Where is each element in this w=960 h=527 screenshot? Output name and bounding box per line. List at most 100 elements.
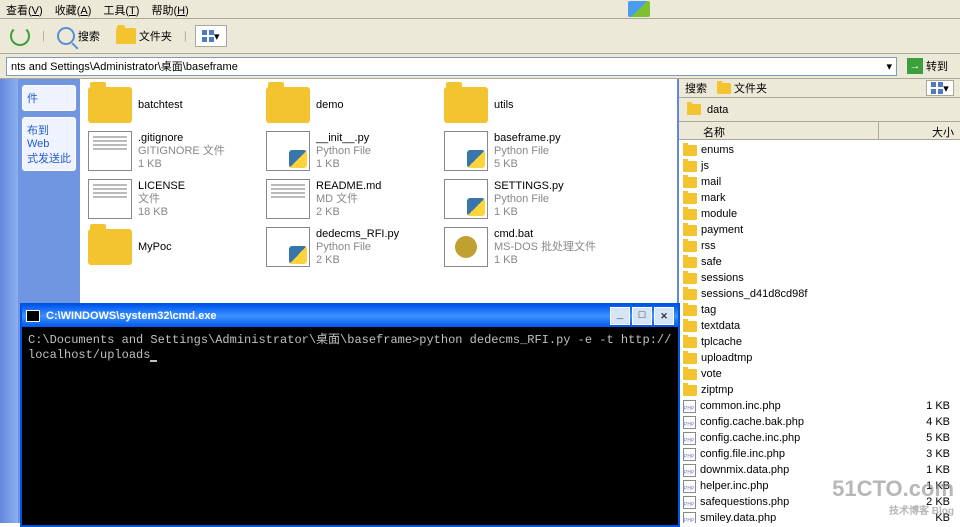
- item-name: sessions: [701, 272, 956, 284]
- item-name: js: [701, 160, 956, 172]
- side-item[interactable]: 件: [27, 90, 71, 106]
- view-mode-button[interactable]: ▾: [195, 25, 227, 47]
- file-name: README.md: [316, 180, 381, 193]
- menu-fav[interactable]: 收藏(A): [55, 2, 92, 16]
- refresh-button[interactable]: [6, 24, 34, 48]
- file-item[interactable]: demo: [264, 85, 432, 125]
- list-item[interactable]: config.file.inc.php 3 KB: [683, 446, 956, 462]
- file-type: MS-DOS 批处理文件: [494, 241, 596, 254]
- list-item[interactable]: tplcache: [683, 334, 956, 350]
- list-item[interactable]: rss: [683, 238, 956, 254]
- item-name: tag: [701, 304, 956, 316]
- php-file-icon: [683, 432, 696, 445]
- list-item[interactable]: uploadtmp: [683, 350, 956, 366]
- right-list-header: 名称 大小: [679, 122, 960, 140]
- list-item[interactable]: safe: [683, 254, 956, 270]
- list-item[interactable]: vote: [683, 366, 956, 382]
- menu-help[interactable]: 帮助(H): [151, 2, 188, 16]
- list-item[interactable]: ziptmp: [683, 382, 956, 398]
- go-arrow-icon: →: [907, 58, 923, 74]
- folder-icon: [683, 209, 697, 220]
- toolbar: | 搜索 文件夹 | ▾: [0, 19, 960, 54]
- folder-icon: [683, 289, 697, 300]
- list-item[interactable]: mark: [683, 190, 956, 206]
- list-item[interactable]: textdata: [683, 318, 956, 334]
- right-view-button[interactable]: ▾: [926, 80, 954, 96]
- folder-icon: [683, 337, 697, 348]
- file-item[interactable]: LICENSE文件18 KB: [86, 177, 254, 221]
- file-item[interactable]: README.mdMD 文件2 KB: [264, 177, 432, 221]
- item-name: enums: [701, 144, 956, 156]
- refresh-icon: [10, 26, 30, 46]
- side-item[interactable]: 布到 Web: [27, 122, 71, 150]
- list-item[interactable]: sessions_d41d8cd98f: [683, 286, 956, 302]
- watermark: 51CTO.com 技术博客 Blog: [832, 476, 954, 517]
- list-item[interactable]: sessions: [683, 270, 956, 286]
- right-panel: 搜索 文件夹 ▾ data 名称 大小 enums js mailmarkmodul…: [677, 79, 960, 523]
- list-item[interactable]: config.cache.inc.php5 KB: [683, 430, 956, 446]
- list-item[interactable]: config.cache.bak.php4 KB: [683, 414, 956, 430]
- file-item[interactable]: cmd.batMS-DOS 批处理文件1 KB: [442, 225, 610, 269]
- file-item[interactable]: MyPoc: [86, 225, 254, 269]
- cmd-icon: [26, 310, 40, 322]
- file-item[interactable]: baseframe.pyPython File5 KB: [442, 129, 610, 173]
- right-list: enums js mailmarkmodulepaymentrsssafe sessi…: [679, 140, 960, 523]
- cmd-window[interactable]: C:\WINDOWS\system32\cmd.exe _ □ ✕ C:\Doc…: [20, 303, 680, 527]
- file-type: MD 文件: [316, 193, 381, 206]
- folder-icon: [683, 225, 697, 236]
- maximize-button[interactable]: □: [632, 307, 652, 325]
- address-path: nts and Settings\Administrator\桌面\basefr…: [11, 58, 238, 74]
- list-item[interactable]: payment: [683, 222, 956, 238]
- file-item[interactable]: utils: [442, 85, 610, 125]
- dropdown-icon[interactable]: ▾: [886, 60, 892, 73]
- address-input[interactable]: nts and Settings\Administrator\桌面\basefr…: [6, 57, 897, 76]
- file-item[interactable]: .gitignoreGITIGNORE 文件1 KB: [86, 129, 254, 173]
- file-item[interactable]: __init__.pyPython File1 KB: [264, 129, 432, 173]
- list-item[interactable]: mail: [683, 174, 956, 190]
- item-size: 4 KB: [926, 416, 956, 428]
- list-item[interactable]: enums: [683, 142, 956, 158]
- search-icon: [57, 27, 75, 45]
- minimize-button[interactable]: _: [610, 307, 630, 325]
- col-size[interactable]: 大小: [879, 122, 960, 139]
- item-size: 3 KB: [926, 448, 956, 460]
- grid-icon: [202, 30, 214, 42]
- list-item[interactable]: common.inc.php1 KB: [683, 398, 956, 414]
- file-item[interactable]: dedecms_RFI.pyPython File2 KB: [264, 225, 432, 269]
- right-search-button[interactable]: 搜索: [685, 80, 707, 96]
- file-item[interactable]: batchtest: [86, 85, 254, 125]
- folders-button[interactable]: 文件夹: [112, 26, 176, 46]
- item-name: textdata: [701, 320, 956, 332]
- go-button[interactable]: →转到: [901, 57, 954, 75]
- left-edge: [0, 79, 18, 523]
- list-item[interactable]: module: [683, 206, 956, 222]
- folder-icon: [116, 28, 136, 44]
- close-button[interactable]: ✕: [654, 307, 674, 325]
- cmd-titlebar[interactable]: C:\WINDOWS\system32\cmd.exe _ □ ✕: [22, 305, 678, 327]
- list-item[interactable]: js: [683, 158, 956, 174]
- python-file-icon: [266, 131, 310, 171]
- item-name: config.file.inc.php: [700, 448, 922, 460]
- folder-icon: [444, 87, 488, 123]
- file-name: MyPoc: [138, 241, 172, 254]
- file-item[interactable]: SETTINGS.pyPython File1 KB: [442, 177, 610, 221]
- search-button[interactable]: 搜索: [53, 25, 104, 47]
- cursor-icon: [150, 360, 157, 362]
- file-size: 18 KB: [138, 206, 185, 219]
- folder-icon: [683, 257, 697, 268]
- menu-tools[interactable]: 工具(T): [103, 2, 139, 16]
- file-name: utils: [494, 99, 514, 112]
- cmd-line: C:\Documents and Settings\Administrator\…: [28, 333, 671, 362]
- python-file-icon: [266, 227, 310, 267]
- list-item[interactable]: tag: [683, 302, 956, 318]
- side-item[interactable]: 式发送此: [27, 150, 71, 166]
- folder-icon: [717, 83, 731, 94]
- right-root-label: data: [707, 104, 728, 116]
- right-folders-button[interactable]: 文件夹: [717, 80, 767, 96]
- item-name: sessions_d41d8cd98f: [701, 288, 956, 300]
- cmd-body[interactable]: C:\Documents and Settings\Administrator\…: [22, 327, 678, 525]
- col-name[interactable]: 名称: [679, 122, 879, 139]
- file-icon: [266, 179, 310, 219]
- menu-view[interactable]: 查看(V): [6, 2, 43, 16]
- item-size: 1 KB: [926, 464, 956, 476]
